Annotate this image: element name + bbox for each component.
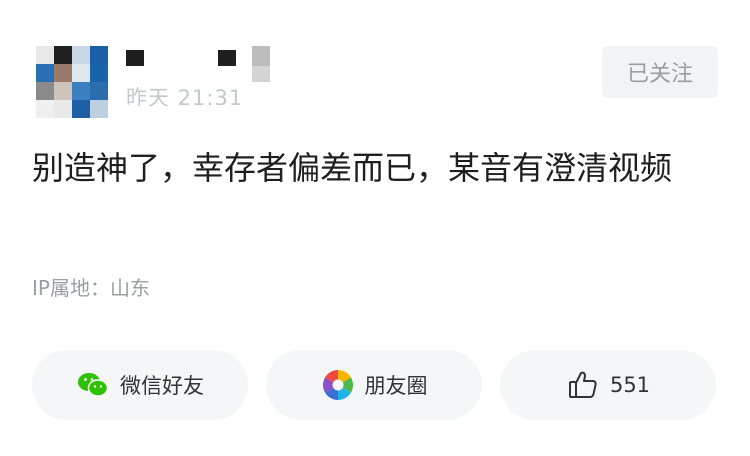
moments-icon (321, 368, 355, 402)
like-button[interactable]: 551 (500, 350, 716, 420)
share-moments-button[interactable]: 朋友圈 (266, 350, 482, 420)
thumbs-up-icon (566, 368, 600, 402)
ip-location: IP属地：山东 (32, 276, 150, 300)
action-bar: 微信好友 朋友圈 551 (32, 350, 718, 420)
post-timestamp: 昨天 21:31 (126, 86, 244, 106)
like-count: 551 (609, 373, 651, 397)
share-wechat-label: 微信好友 (120, 374, 204, 398)
username-mosaic[interactable] (126, 46, 276, 86)
wechat-icon (76, 368, 110, 402)
avatar[interactable] (36, 46, 108, 118)
share-moments-label: 朋友圈 (364, 374, 428, 398)
followed-button[interactable]: 已关注 (602, 46, 718, 98)
post-content: 别造神了，幸存者偏差而已，某音有澄清视频 (32, 149, 673, 187)
share-wechat-button[interactable]: 微信好友 (32, 350, 248, 420)
